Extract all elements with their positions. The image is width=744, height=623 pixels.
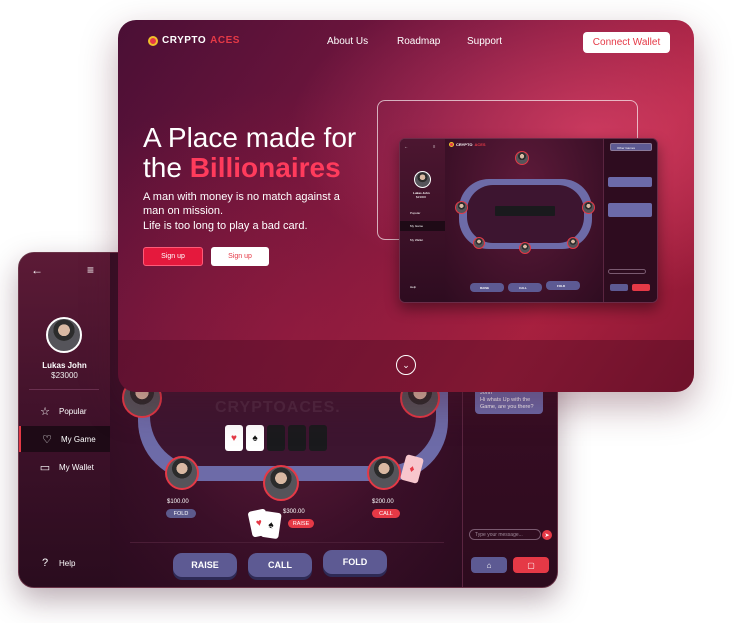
hole-card: ♠: [260, 510, 282, 540]
preview-balance: $23000: [416, 195, 427, 199]
chat-message-text: Hi whats Up with the Game, are you there…: [480, 397, 534, 411]
preview-table: CRYPTO ACES RAISE CALL FOLD: [445, 139, 605, 302]
landing-page-window: CRYPTO ACES About Us Roadmap Support Conn…: [118, 20, 694, 392]
player-avatar: [473, 237, 485, 249]
wallet-icon: ▭: [39, 461, 51, 474]
hero-title-the: the: [143, 152, 190, 183]
player-avatar[interactable]: [165, 456, 199, 490]
preview-brand-part2: ACES: [474, 142, 486, 147]
signup-primary-button[interactable]: Sign up: [143, 247, 203, 266]
player-avatar-hero[interactable]: [263, 465, 299, 501]
preview-fold-label: FOLD: [557, 284, 566, 288]
sidebar-item-label: Popular: [59, 406, 87, 416]
sidebar: ← ≡ Lukas John $23000 ☆ Popular ♡ My Gam…: [19, 253, 110, 587]
chat-toggle-button[interactable]: ▢: [513, 557, 549, 573]
nav-support[interactable]: Support: [467, 36, 502, 47]
preview-chat: Other Games: [603, 139, 657, 302]
community-card-empty: [309, 425, 327, 451]
preview-nav-popular: Popular: [410, 211, 421, 215]
player-bet: $300.00: [283, 509, 305, 515]
divider: [130, 542, 444, 543]
menu-icon[interactable]: ≡: [87, 264, 94, 276]
player-avatar: [567, 237, 579, 249]
logo-icon: [148, 35, 158, 46]
preview-brand-part1: CRYPTO: [456, 142, 473, 147]
fold-button[interactable]: FOLD: [323, 550, 387, 574]
scroll-down-icon[interactable]: ⌄: [396, 355, 416, 375]
sidebar-item-label: My Wallet: [59, 462, 94, 472]
sidebar-item-my-game[interactable]: ♡ My Game: [19, 426, 110, 452]
help-icon: ?: [41, 557, 49, 569]
community-card: ♠: [246, 425, 264, 451]
preview-community-cards: [495, 206, 555, 216]
player-avatar: [455, 201, 468, 214]
status-badge: CALL: [372, 509, 400, 518]
sidebar-item-label: My Game: [61, 434, 96, 444]
sidebar-item-my-wallet[interactable]: ▭ My Wallet: [19, 454, 110, 480]
chat-input[interactable]: Type your message...: [469, 529, 541, 540]
preview-logo: CRYPTO ACES: [449, 142, 486, 147]
avatar: [46, 317, 82, 353]
player-bet: $100.00: [167, 499, 189, 505]
divider: [29, 389, 99, 390]
sidebar-item-popular[interactable]: ☆ Popular: [19, 398, 110, 424]
preview-other-games-label: Other Games: [617, 146, 636, 150]
status-badge: RAISE: [288, 519, 314, 528]
hero-tagline: Life is too long to play a bad card.: [143, 220, 308, 232]
nav-about-us[interactable]: About Us: [327, 36, 368, 47]
preview-call-label: CALL: [519, 286, 527, 290]
profile-balance: $23000: [51, 371, 78, 380]
preview-nav-mywallet: My Wallet: [410, 238, 424, 242]
connect-wallet-button[interactable]: Connect Wallet: [583, 32, 670, 53]
player-avatar: [515, 151, 529, 165]
star-icon: ☆: [40, 405, 50, 418]
status-badge: FOLD: [166, 509, 196, 518]
community-card: ♥: [225, 425, 243, 451]
menu-icon: ≡: [433, 144, 436, 149]
back-arrow-icon: ←: [404, 144, 408, 149]
preview-fold-button: FOLD: [546, 281, 580, 290]
hero-paragraph: A man with money is no match against a m…: [143, 191, 340, 217]
gift-button[interactable]: ⌂: [471, 557, 507, 573]
raise-button[interactable]: RAISE: [173, 553, 237, 577]
preview-chat-toggle: [632, 284, 650, 291]
player-bet: $200.00: [372, 499, 394, 505]
preview-other-games-button: Other Games: [610, 143, 652, 151]
preview-call-button: CALL: [508, 283, 542, 292]
brand-name-part1: CRYPTO: [162, 35, 207, 46]
sidebar-item-label: Help: [59, 558, 76, 568]
player-avatar: [519, 242, 531, 254]
brand-name-part2: ACES: [210, 35, 240, 46]
preview-sidebar: ← ≡ Lukas John $23000 Popular My Game My…: [400, 139, 445, 302]
preview-nav-help: Help: [410, 285, 417, 289]
community-card-empty: [267, 425, 285, 451]
hero-title-line1: A Place made for: [143, 122, 357, 153]
call-button[interactable]: CALL: [248, 553, 312, 577]
heart-icon: ♡: [42, 433, 52, 446]
profile-name: Lukas John: [42, 361, 87, 370]
send-icon[interactable]: ➤: [542, 530, 552, 540]
community-card-empty: [288, 425, 306, 451]
player-avatar[interactable]: [367, 456, 401, 490]
hero-title: A Place made for the Billionaires: [143, 123, 383, 183]
back-arrow-icon[interactable]: ←: [31, 264, 43, 276]
preview-gift-button: [610, 284, 628, 291]
app-preview: ← ≡ Lukas John $23000 Popular My Game My…: [399, 138, 658, 303]
preview-chat-bubble: [608, 203, 652, 217]
hero-title-highlight: Billionaires: [189, 152, 341, 183]
preview-raise-button: RAISE: [470, 283, 504, 292]
table-watermark: CRYPTOACES.: [215, 399, 341, 416]
preview-chat-bubble: [608, 177, 652, 187]
preview-chat-input: [608, 269, 646, 274]
signup-secondary-button[interactable]: Sign up: [211, 247, 269, 266]
logo-icon: [449, 142, 454, 147]
nav-roadmap[interactable]: Roadmap: [397, 36, 440, 47]
preview-nav-mygame: My Game: [410, 224, 424, 228]
brand-logo[interactable]: CRYPTO ACES: [148, 35, 240, 46]
preview-raise-label: RAISE: [480, 286, 490, 290]
avatar: [414, 171, 431, 188]
player-avatar: [582, 201, 595, 214]
sidebar-item-help[interactable]: ? Help: [19, 550, 110, 576]
